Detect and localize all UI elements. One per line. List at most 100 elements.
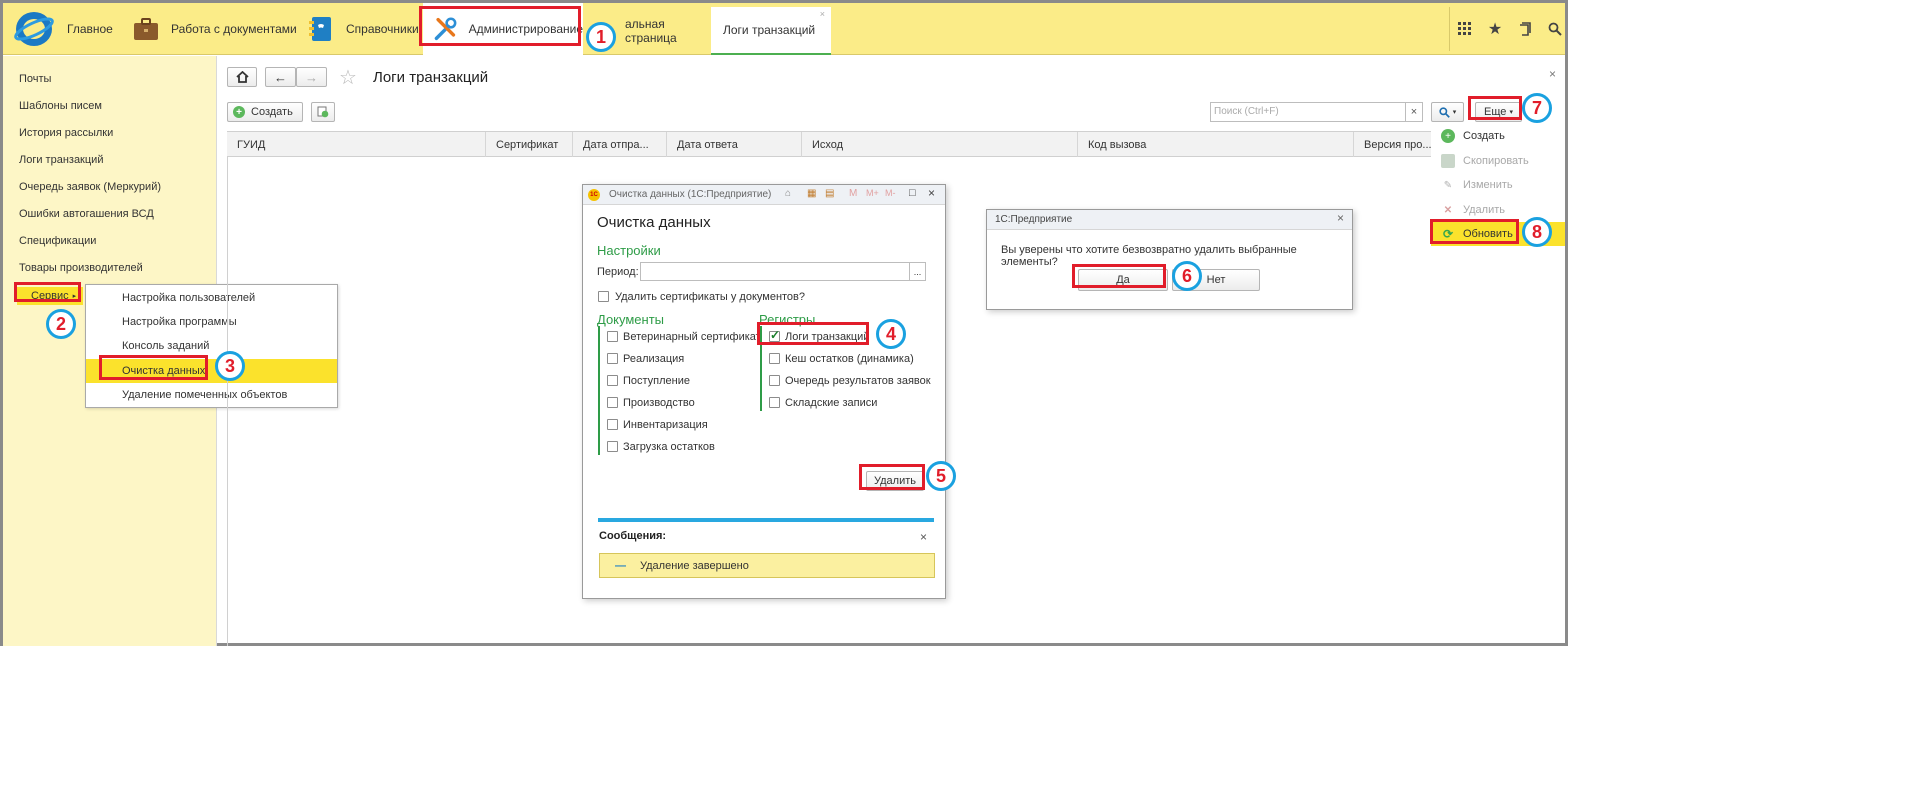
nav-main[interactable]: Главное — [67, 3, 113, 55]
favorites-star-icon[interactable]: ★ — [1480, 3, 1510, 55]
calculator-icon[interactable]: ▦ — [807, 188, 816, 199]
page-title: Логи транзакций — [373, 69, 489, 86]
calendar-icon[interactable]: ▤ — [825, 188, 834, 199]
column-send-date[interactable]: Дата отпра... — [573, 132, 667, 157]
home-button[interactable] — [227, 67, 257, 87]
menu-item-delete-marked[interactable]: Удаление помеченных объектов — [86, 383, 337, 407]
memory-plus-icon[interactable]: M+ — [866, 188, 879, 198]
back-button[interactable]: ← — [265, 67, 296, 87]
column-label: Сертификат — [496, 138, 559, 151]
column-label: Версия про... — [1364, 138, 1432, 151]
maximize-icon[interactable]: □ — [909, 187, 916, 199]
doc-receipt-checkbox[interactable] — [607, 375, 618, 386]
column-call-code[interactable]: Код вызова — [1078, 132, 1354, 157]
period-select-button[interactable]: ... — [909, 262, 926, 281]
sidebar-item-autoredemption-errors[interactable]: Ошибки автогашения ВСД — [19, 208, 154, 220]
dialog-titlebar: 1С Очистка данных (1С:Предприятие) ⌂ ▦ ▤… — [583, 185, 945, 205]
table-header: ГУИД Сертификат Дата отпра... Дата ответ… — [227, 131, 1565, 157]
doc-stock-load-label: Загрузка остатков — [623, 441, 715, 453]
memory-minus-icon[interactable]: M- — [885, 188, 896, 198]
history-icon[interactable] — [1510, 3, 1540, 55]
tab-transaction-logs[interactable]: Логи транзакций × — [711, 7, 831, 55]
close-icon[interactable]: × — [928, 186, 935, 200]
arrow-right-icon: → — [305, 69, 318, 85]
more-menu-label: Изменить — [1463, 179, 1513, 191]
sidebar-item-manufacturer-goods[interactable]: Товары производителей — [19, 262, 143, 274]
menu-item-user-settings[interactable]: Настройка пользователей — [86, 286, 337, 310]
tab-close-icon[interactable]: × — [820, 9, 825, 19]
more-menu-edit[interactable]: ✎ Изменить — [1431, 173, 1565, 197]
forward-button[interactable]: → — [296, 67, 327, 87]
column-response-date[interactable]: Дата ответа — [667, 132, 802, 157]
tab-start-page-label: альная страница — [625, 17, 677, 45]
reg-stock-cache-checkbox[interactable] — [769, 353, 780, 364]
search-options-button[interactable]: ▾ — [1431, 102, 1464, 122]
tab-start-page[interactable]: альная страница — [611, 7, 711, 55]
doc-vet-cert-checkbox[interactable] — [607, 331, 618, 342]
more-menu-label: Удалить — [1463, 204, 1505, 216]
reg-warehouse-label: Складские записи — [785, 397, 878, 409]
period-input[interactable] — [640, 262, 910, 281]
doc-production-checkbox[interactable] — [607, 397, 618, 408]
search-input[interactable]: Поиск (Ctrl+F) — [1210, 102, 1406, 122]
apps-grid-icon[interactable] — [1450, 3, 1480, 55]
column-certificate[interactable]: Сертификат — [486, 132, 573, 157]
more-menu-create[interactable]: + Создать — [1431, 124, 1565, 148]
column-guid[interactable]: ГУИД — [227, 132, 486, 157]
reg-warehouse-checkbox[interactable] — [769, 397, 780, 408]
messages-divider — [598, 518, 934, 522]
annotation-box-yes — [1072, 264, 1166, 288]
sidebar-item-letter-templates[interactable]: Шаблоны писем — [19, 100, 102, 112]
annotation-box-service — [14, 282, 81, 302]
annotation-marker-3: 3 — [215, 351, 245, 381]
data-cleanup-dialog: 1С Очистка данных (1С:Предприятие) ⌂ ▦ ▤… — [582, 184, 946, 599]
copy-add-icon — [317, 106, 329, 118]
sidebar-item-mailing-history[interactable]: История рассылки — [19, 127, 113, 139]
home-icon[interactable]: ⌂ — [785, 188, 791, 199]
arrow-left-icon: ← — [274, 69, 287, 85]
menu-item-program-settings[interactable]: Настройка программы — [86, 310, 337, 334]
doc-sales-checkbox[interactable] — [607, 353, 618, 364]
copy-button[interactable] — [311, 102, 335, 122]
column-label: Код вызова — [1088, 138, 1147, 151]
reg-request-results-checkbox[interactable] — [769, 375, 780, 386]
sidebar-item-specifications[interactable]: Спецификации — [19, 235, 96, 247]
close-icon[interactable]: × — [1337, 211, 1344, 225]
search-icon[interactable] — [1540, 3, 1570, 55]
annotation-box-data-cleanup — [99, 355, 208, 380]
column-label: Дата ответа — [677, 138, 738, 151]
sidebar-item-mail[interactable]: Почты — [19, 73, 51, 85]
memory-m-icon[interactable]: M — [849, 188, 857, 199]
favorite-star-icon[interactable]: ☆ — [339, 65, 357, 90]
close-form-icon[interactable]: × — [1549, 67, 1556, 81]
documents-header: Документы — [597, 312, 665, 327]
column-outcome[interactable]: Исход — [802, 132, 1078, 157]
delete-certs-checkbox[interactable] — [598, 291, 609, 302]
annotation-box-more — [1468, 96, 1522, 120]
column-label: ГУИД — [237, 138, 266, 151]
sidebar-item-transaction-logs[interactable]: Логи транзакций — [19, 154, 103, 166]
nav-references[interactable]: Справочники — [306, 3, 419, 55]
doc-stock-load-checkbox[interactable] — [607, 441, 618, 452]
messages-header: Сообщения: — [599, 530, 667, 542]
sidebar-item-request-queue[interactable]: Очередь заявок (Меркурий) — [19, 181, 161, 193]
nav-documents[interactable]: Работа с документами — [131, 3, 297, 55]
search-placeholder: Поиск (Ctrl+F) — [1214, 106, 1279, 117]
table-border — [227, 157, 228, 646]
app-1c-icon: 1С — [588, 189, 600, 201]
dash-icon: — — [615, 559, 626, 572]
clear-search-button[interactable]: × — [1405, 102, 1423, 122]
no-button-label: Нет — [1206, 274, 1226, 286]
doc-inventory-checkbox[interactable] — [607, 419, 618, 430]
column-version[interactable]: Версия про... — [1354, 132, 1437, 157]
service-submenu: Настройка пользователей Настройка програ… — [85, 284, 338, 408]
delete-x-icon: ✕ — [1443, 204, 1453, 216]
top-bar: Главное Работа с документами Справочники — [3, 3, 1565, 55]
reg-stock-cache-label: Кеш остатков (динамика) — [785, 353, 914, 365]
app-logo-icon[interactable] — [13, 9, 55, 49]
more-menu-copy[interactable]: Скопировать — [1431, 149, 1565, 173]
create-button[interactable]: + Создать — [227, 102, 303, 122]
close-messages-icon[interactable]: × — [920, 530, 927, 544]
doc-production-label: Производство — [623, 397, 695, 409]
plus-circle-icon: + — [1441, 129, 1455, 143]
